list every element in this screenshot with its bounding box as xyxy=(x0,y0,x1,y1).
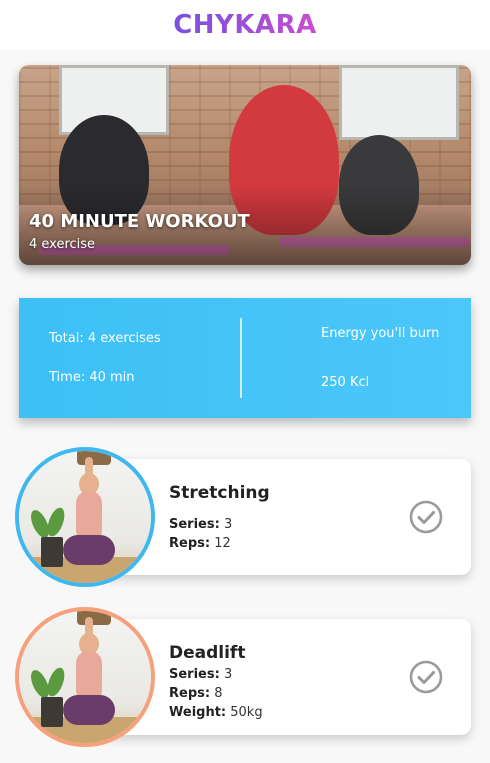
exercise-photo xyxy=(15,447,155,587)
exercise-card[interactable]: Deadlift Series: 3 Reps: 8 Weight: 50kg xyxy=(100,619,471,735)
workout-hero-card[interactable]: 40 MINUTE WORKOUT 4 exercise xyxy=(19,65,471,265)
energy-label: Energy you'll burn xyxy=(321,326,440,341)
workout-summary: Total: 4 exercises Time: 40 min Energy y… xyxy=(19,298,471,418)
summary-divider xyxy=(240,318,242,398)
hero-window xyxy=(339,65,459,140)
total-exercises: Total: 4 exercises xyxy=(49,331,161,346)
hero-title: 40 MINUTE WORKOUT xyxy=(29,211,250,232)
hero-subtitle: 4 exercise xyxy=(29,237,96,252)
brand-logo[interactable]: CHYKARA xyxy=(173,10,317,40)
exercise-series: Series: 3 xyxy=(169,667,233,682)
exercise-title: Stretching xyxy=(169,483,270,503)
app-header: CHYKARA xyxy=(0,0,490,50)
check-circle-icon[interactable] xyxy=(409,500,443,534)
exercise-photo xyxy=(15,607,155,747)
exercise-card[interactable]: Stretching Series: 3 Reps: 12 xyxy=(100,459,471,575)
exercise-series: Series: 3 xyxy=(169,517,233,532)
exercise-weight: Weight: 50kg xyxy=(169,705,263,720)
check-circle-icon[interactable] xyxy=(409,660,443,694)
exercise-reps: Reps: 8 xyxy=(169,686,223,701)
exercise-reps: Reps: 12 xyxy=(169,536,231,551)
total-time: Time: 40 min xyxy=(49,370,135,385)
exercise-title: Deadlift xyxy=(169,643,246,663)
energy-value: 250 Kcl xyxy=(321,375,370,390)
